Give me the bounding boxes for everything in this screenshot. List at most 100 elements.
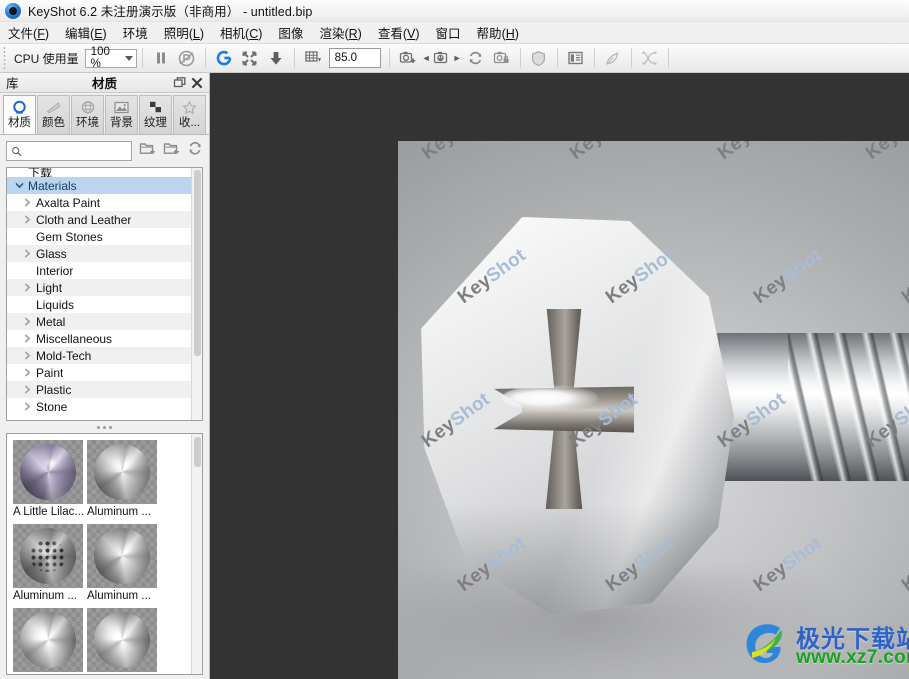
cross-specular-highlight: [502, 385, 598, 411]
next-camera-button[interactable]: ►: [453, 53, 462, 63]
material-item[interactable]: Aluminum ...: [13, 524, 85, 604]
library-tab-5[interactable]: 纹理: [139, 95, 172, 134]
resize-viewport-button[interactable]: [237, 46, 263, 71]
tree-item[interactable]: Miscellaneous: [7, 330, 191, 347]
material-thumbnail[interactable]: [87, 608, 157, 672]
focal-length-input[interactable]: 85.0: [328, 48, 381, 68]
material-shield-button[interactable]: [526, 46, 552, 71]
lock-camera-button[interactable]: [489, 46, 515, 71]
chevron-right-icon[interactable]: [19, 317, 36, 326]
add-folder-button[interactable]: [139, 141, 156, 161]
import-folder-button[interactable]: [163, 141, 180, 161]
previous-camera-button[interactable]: ◄: [422, 53, 431, 63]
tree-item[interactable]: Plastic: [7, 381, 191, 398]
menu-item-2[interactable]: 编辑(E): [57, 21, 115, 44]
close-icon[interactable]: [190, 76, 204, 90]
tree-item[interactable]: Glass: [7, 245, 191, 262]
tree-item[interactable]: Cloth and Leather: [7, 211, 191, 228]
pause-render-button[interactable]: [148, 46, 174, 71]
menu-mnemonic-letter: R: [348, 27, 358, 41]
chevron-right-icon[interactable]: [19, 198, 36, 207]
toolbar-separator: [519, 48, 521, 68]
site-logo-url: www.xz7.com: [796, 647, 909, 668]
library-tab-2[interactable]: 颜色: [37, 95, 70, 134]
focal-length-value: 85.0: [334, 52, 358, 64]
performance-mode-button[interactable]: [174, 46, 200, 71]
menu-item-4[interactable]: 照明(L): [156, 21, 212, 44]
material-item[interactable]: A Little Lilac...: [13, 440, 85, 520]
import-model-button[interactable]: [263, 46, 289, 71]
grid-snap-button[interactable]: [300, 46, 326, 71]
chevron-right-icon[interactable]: [19, 215, 36, 224]
title-bar: KeyShot 6.2 未注册演示版（非商用） - untitled.bip: [0, 0, 909, 22]
tree-item[interactable]: Materials: [7, 177, 191, 194]
tree-item[interactable]: Interior: [7, 262, 191, 279]
chevron-right-icon[interactable]: [19, 283, 36, 292]
material-item[interactable]: Aluminum ...: [87, 524, 159, 604]
refresh-library-button[interactable]: [187, 141, 203, 161]
realtime-refresh-button[interactable]: [211, 46, 237, 71]
pause-icon: [156, 52, 165, 64]
lock-camera-icon: [493, 51, 509, 64]
layout-panel-button[interactable]: [563, 46, 589, 71]
render-image[interactable]: KeyShotKeyShotKeyShotKeyShotKeyShotKeySh…: [398, 141, 909, 679]
grid-scrollbar-thumb[interactable]: [194, 437, 201, 467]
tree-item[interactable]: Light: [7, 279, 191, 296]
splitter-dots-icon[interactable]: [0, 421, 209, 433]
tree-scrollbar-thumb[interactable]: [194, 170, 201, 356]
library-tab-3[interactable]: 环境: [71, 95, 104, 134]
material-thumbnail[interactable]: [13, 440, 83, 504]
search-box[interactable]: [6, 141, 132, 161]
chevron-down-icon[interactable]: [11, 181, 28, 190]
current-camera-button[interactable]: [432, 46, 452, 71]
material-thumbnail[interactable]: [13, 524, 83, 588]
chevron-right-icon[interactable]: [19, 402, 36, 411]
menu-item-6[interactable]: 图像: [270, 21, 311, 44]
chevron-right-icon[interactable]: [19, 334, 36, 343]
menu-item-label: 窗口: [435, 27, 461, 41]
chevron-right-icon[interactable]: [19, 249, 36, 258]
menu-item-3[interactable]: 环境: [115, 21, 156, 44]
library-tab-4[interactable]: 背景: [105, 95, 138, 134]
material-item[interactable]: [13, 608, 85, 673]
tree-item[interactable]: Metal: [7, 313, 191, 330]
material-item[interactable]: [87, 608, 159, 673]
tree-item[interactable]: Mold-Tech: [7, 347, 191, 364]
tree-scrollbar[interactable]: [191, 168, 202, 420]
curve-editor-button[interactable]: [637, 46, 663, 71]
paint-tool-button[interactable]: [600, 46, 626, 71]
menu-item-10[interactable]: 帮助(H): [469, 21, 527, 44]
menu-mnemonic-letter: E: [94, 27, 103, 41]
library-tab-6[interactable]: 收...: [173, 95, 206, 134]
menu-item-label: 环境: [122, 27, 148, 41]
tree-item[interactable]: Axalta Paint: [7, 194, 191, 211]
render-viewport[interactable]: KeyShotKeyShotKeyShotKeyShotKeyShotKeySh…: [210, 73, 909, 679]
add-camera-button[interactable]: [395, 46, 421, 71]
keyshot-logo-icon: [5, 2, 21, 19]
reset-camera-button[interactable]: [463, 46, 489, 71]
material-thumbnail[interactable]: [13, 608, 83, 672]
keyshot-application-window: KeyShot 6.2 未注册演示版（非商用） - untitled.bip 文…: [0, 0, 909, 679]
tree-item[interactable]: Stone: [7, 398, 191, 415]
menu-item-9[interactable]: 窗口: [428, 21, 469, 44]
chevron-right-icon[interactable]: [19, 351, 36, 360]
tree-item[interactable]: Paint: [7, 364, 191, 381]
search-input[interactable]: [25, 144, 131, 158]
menu-item-7[interactable]: 渲染(R): [311, 21, 369, 44]
menu-item-5[interactable]: 相机(C): [212, 21, 270, 44]
toolbar-drag-handle[interactable]: [2, 47, 9, 69]
material-thumbnail[interactable]: [87, 440, 157, 504]
menu-item-8[interactable]: 查看(V): [370, 21, 428, 44]
chevron-right-icon[interactable]: [19, 368, 36, 377]
tree-item[interactable]: 下载: [7, 168, 191, 177]
material-thumbnail[interactable]: [87, 524, 157, 588]
tree-item[interactable]: Gem Stones: [7, 228, 191, 245]
tree-item[interactable]: Liquids: [7, 296, 191, 313]
grid-scrollbar[interactable]: [191, 434, 202, 674]
float-panel-icon[interactable]: [173, 76, 187, 90]
material-item[interactable]: Aluminum ...: [87, 440, 159, 520]
library-tab-1[interactable]: 材质: [3, 95, 36, 134]
chevron-right-icon[interactable]: [19, 385, 36, 394]
menu-item-1[interactable]: 文件(F): [0, 21, 57, 44]
cpu-usage-select[interactable]: 100 %: [84, 46, 137, 70]
